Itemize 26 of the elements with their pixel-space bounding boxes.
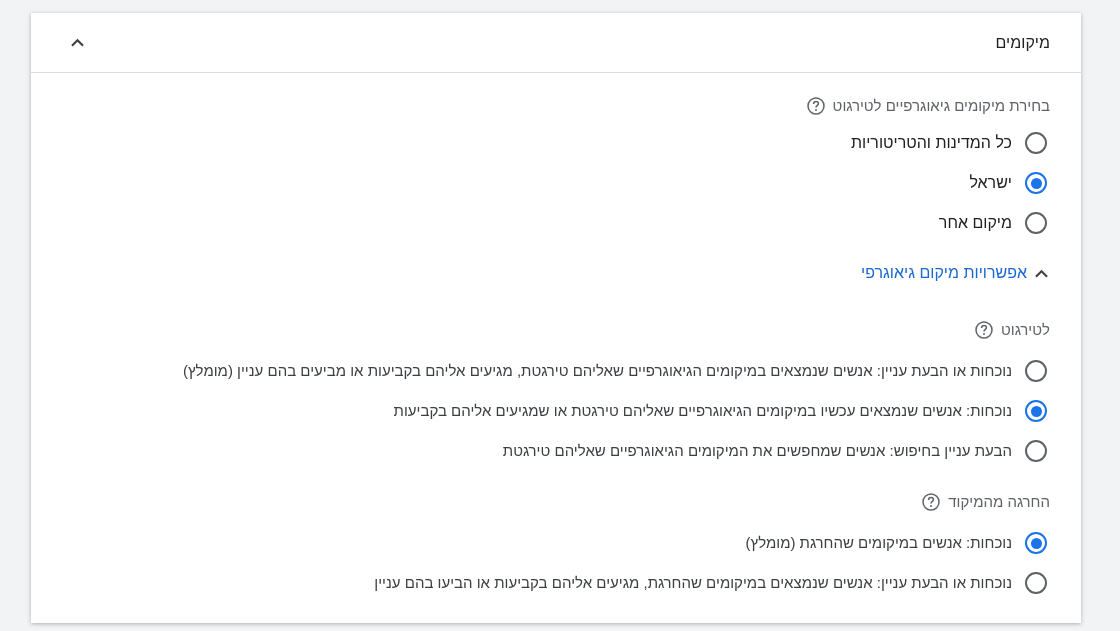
section-label: בחירת מיקומים גיאוגרפיים לטירגוט: [832, 95, 1050, 116]
section-label: החרגה מהמיקוד: [948, 491, 1050, 512]
help-icon[interactable]: [806, 97, 825, 115]
option-label: מיקום אחר: [938, 213, 1012, 233]
radio-button[interactable]: [1025, 440, 1047, 462]
option-label: כל המדינות והטריטוריות: [851, 133, 1012, 153]
option-label: נוכחות או הבעת עניין: אנשים שנמצאים במיקומים הגיאוגרפיים שאליהם טירגטת, מגיעים אליהם בקביעות או מביעים בהם עניין (מומלץ): [183, 360, 1012, 381]
geo-options-toggle[interactable]: אפשרויות מיקום גיאוגרפי: [861, 261, 1050, 285]
chevron-up-icon: [70, 38, 84, 47]
option-label: נוכחות או הבעת עניין: אנשים שנמצאים במיקומים שהחרגת, מגיעים אליהם בקביעות או הביעו בהם עניין: [374, 572, 1012, 593]
radio-button[interactable]: [1025, 212, 1047, 234]
panel-title: מיקומים: [995, 32, 1050, 53]
option-label: נוכחות: אנשים במיקומים שהחרגת (מומלץ): [745, 532, 1012, 553]
option-label: הבעת עניין בחיפוש: אנשים שמחפשים את המיקומים הגיאוגרפיים שאליהם טירגטת: [502, 440, 1012, 461]
option-label: נוכחות: אנשים שנמצאים עכשיו במיקומים הגיאוגרפיים שאליהם טירגטת או שמגיעים אליהם בקביעות: [393, 400, 1012, 421]
radio-button[interactable]: [1025, 532, 1047, 554]
help-icon[interactable]: [975, 321, 994, 339]
radio-button[interactable]: [1025, 572, 1047, 594]
radio-button[interactable]: [1025, 360, 1047, 382]
help-icon[interactable]: [922, 493, 941, 511]
option-label: ישראל: [969, 173, 1012, 193]
chevron-up-icon: [1035, 268, 1048, 278]
radio-button[interactable]: [1025, 132, 1047, 154]
radio-button[interactable]: [1025, 400, 1047, 422]
radio-button[interactable]: [1025, 172, 1047, 194]
section-label: לטירגוט: [1001, 319, 1050, 340]
